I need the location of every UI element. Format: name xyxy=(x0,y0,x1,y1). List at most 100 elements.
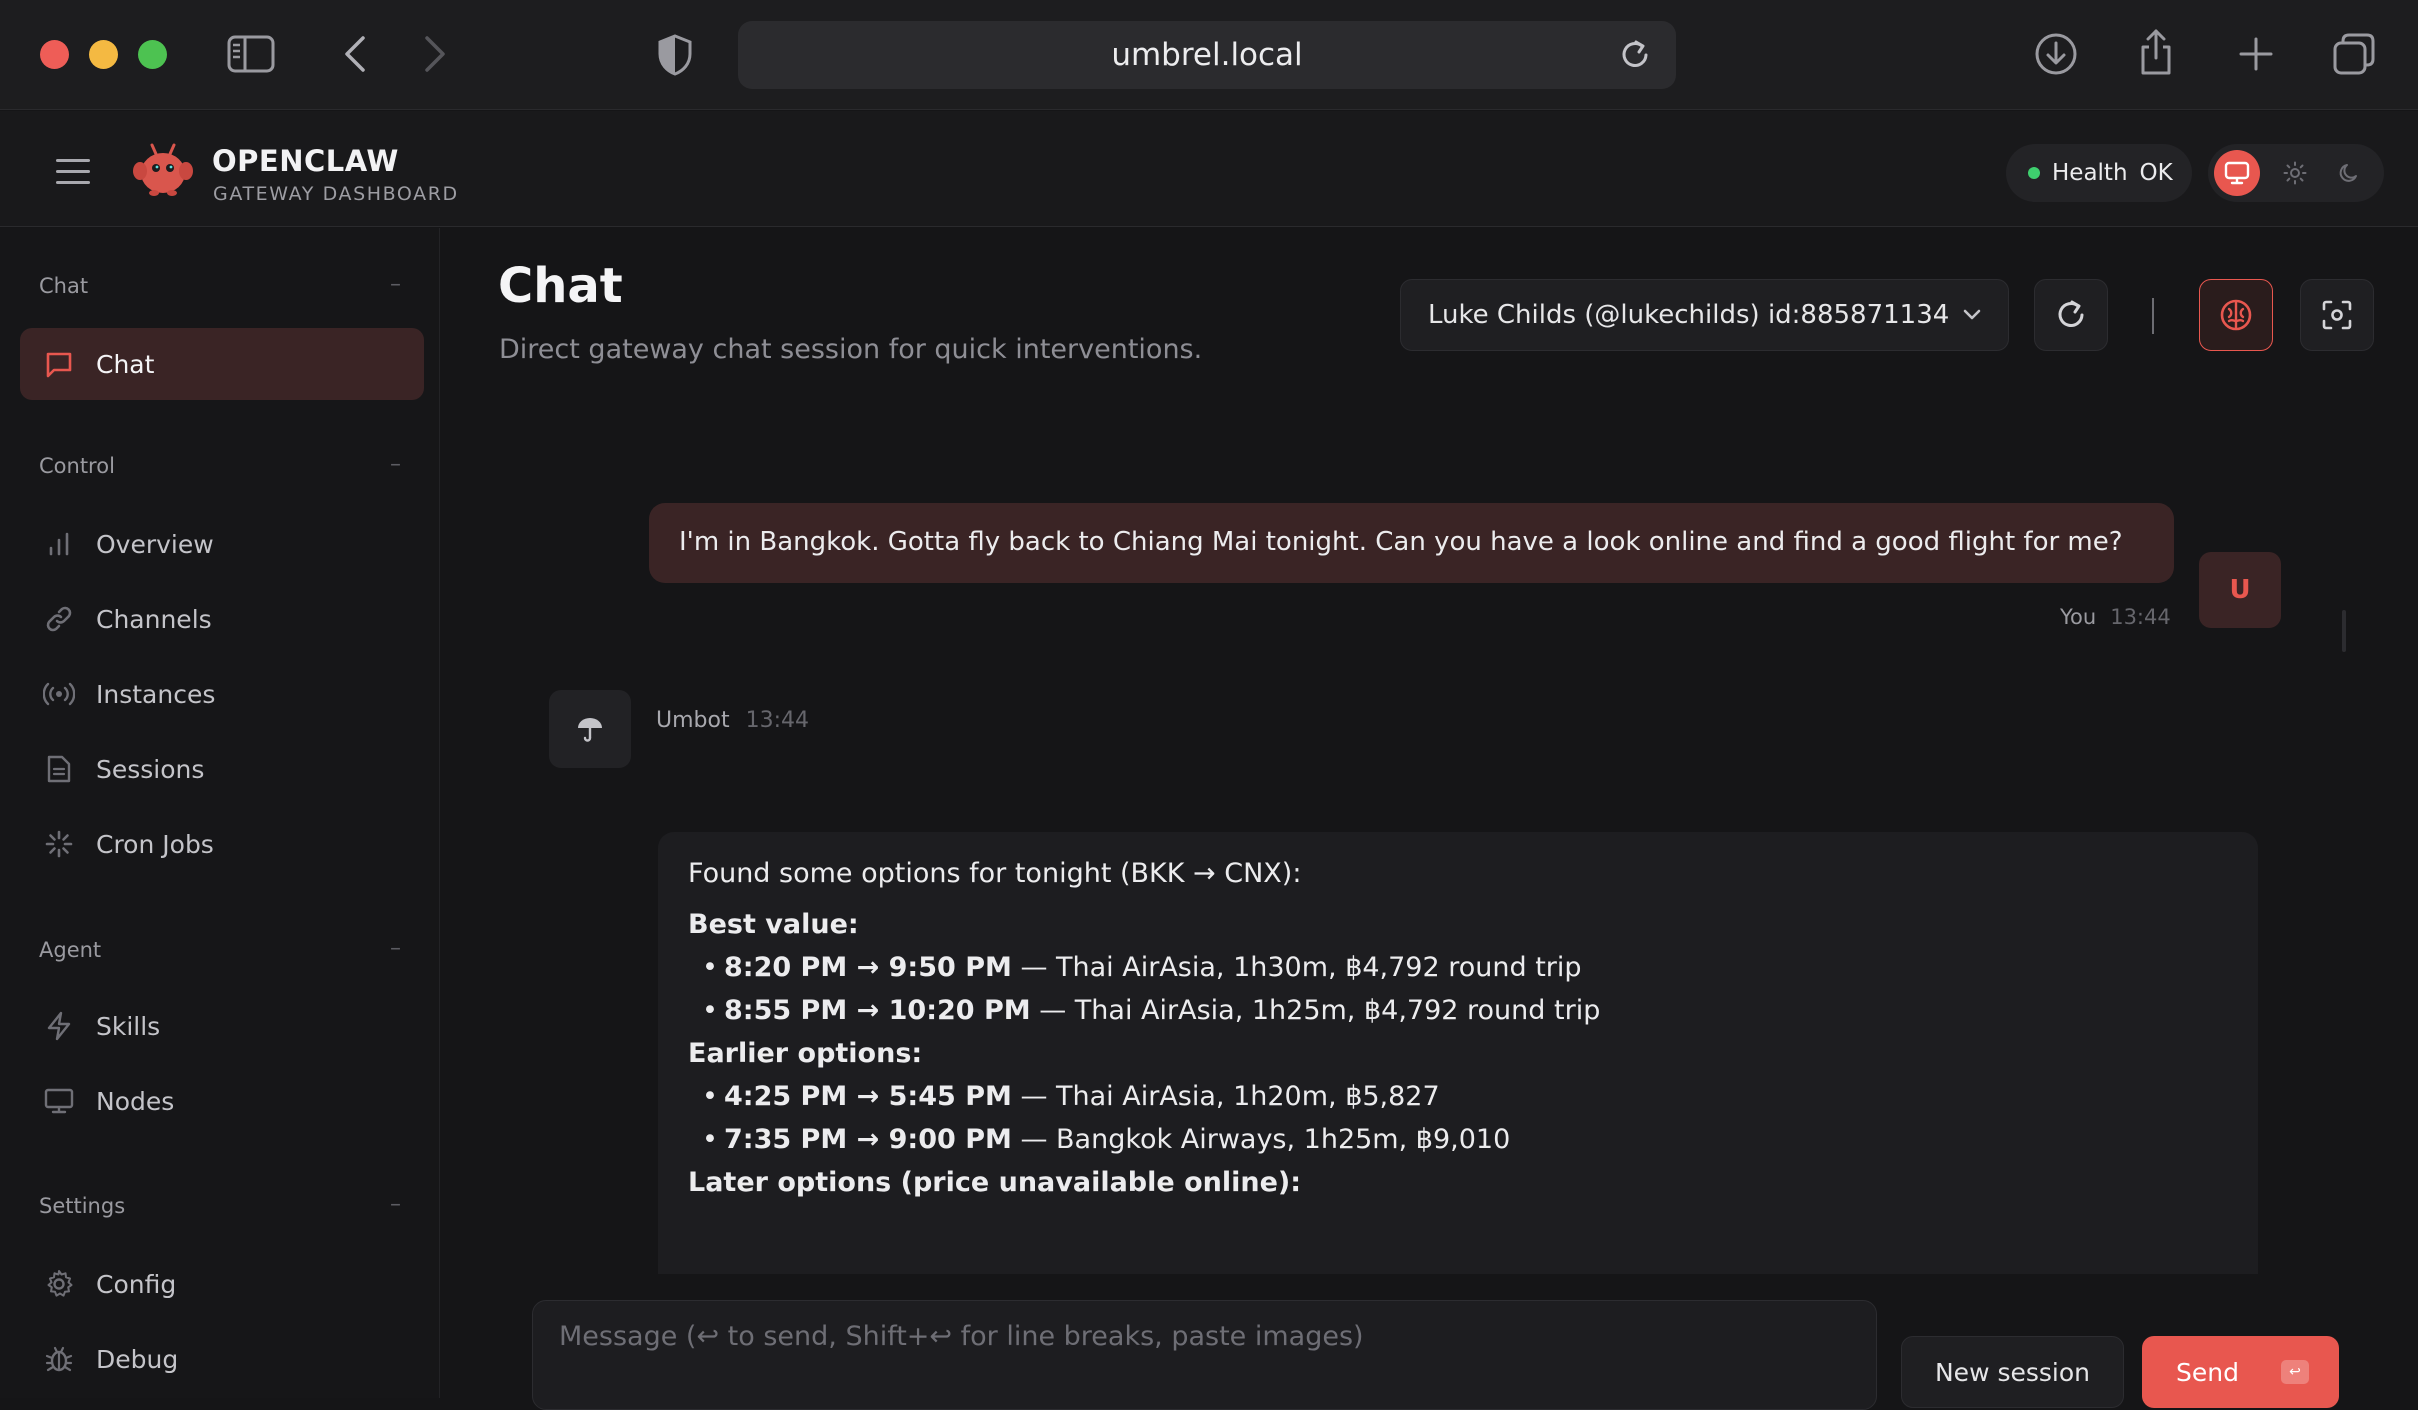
menu-icon[interactable] xyxy=(56,159,90,185)
message-time: 13:44 xyxy=(745,708,809,733)
sidebar-item-label: Nodes xyxy=(96,1086,175,1116)
theme-light-button[interactable] xyxy=(2272,150,2318,196)
gear-icon xyxy=(42,1267,76,1301)
section-collapse-icon[interactable]: – xyxy=(390,936,401,961)
back-icon[interactable] xyxy=(338,34,372,74)
scrollbar-thumb[interactable] xyxy=(2342,610,2346,652)
sidebar-item-label: Skills xyxy=(96,1011,161,1041)
bug-icon xyxy=(42,1342,76,1376)
file-text-icon xyxy=(42,752,76,786)
flight-detail: — Thai AirAsia, 1h30m, ฿4,792 round trip xyxy=(1011,952,1582,983)
flight-option: 7:35 PM → 9:00 PM — Bangkok Airways, 1h2… xyxy=(702,1124,2228,1155)
sidebar-item-overview[interactable]: Overview xyxy=(20,508,424,580)
sidebar-item-label: Sessions xyxy=(96,754,205,784)
theme-system-button[interactable] xyxy=(2214,150,2260,196)
chevron-down-icon xyxy=(1960,302,1984,333)
focus-mode-button[interactable] xyxy=(2300,279,2374,351)
theme-dark-button[interactable] xyxy=(2326,150,2372,196)
flight-time: 7:35 PM → 9:00 PM xyxy=(724,1124,1012,1155)
reload-icon[interactable] xyxy=(1618,38,1652,76)
bot-intro-text: Found some options for tonight (BKK → CN… xyxy=(688,858,1302,889)
address-bar[interactable]: umbrel.local xyxy=(738,21,1676,89)
page-subtitle: Direct gateway chat session for quick in… xyxy=(499,334,1203,365)
message-square-icon xyxy=(42,347,76,381)
sidebar-item-label: Config xyxy=(96,1269,177,1299)
refresh-icon xyxy=(2058,300,2084,327)
focus-icon xyxy=(2322,300,2352,330)
monitor-icon xyxy=(42,1084,76,1118)
health-dot-icon xyxy=(2028,167,2040,179)
bar-chart-icon xyxy=(42,527,76,561)
sidebar-item-skills[interactable]: Skills xyxy=(20,990,424,1062)
send-button[interactable]: Send ↩ xyxy=(2142,1336,2339,1408)
download-icon[interactable] xyxy=(2032,30,2080,78)
section-chat-title: Chat xyxy=(39,274,89,298)
brand-title: OPENCLAW xyxy=(212,144,399,178)
message-time: 13:44 xyxy=(2110,605,2171,629)
section-collapse-icon[interactable]: – xyxy=(390,452,401,477)
openclaw-logo-icon xyxy=(132,141,194,197)
message-sender: You xyxy=(2060,605,2097,629)
window-minimize-button[interactable] xyxy=(89,40,118,69)
forward-icon[interactable] xyxy=(418,34,452,74)
new-session-button[interactable]: New session xyxy=(1901,1336,2124,1408)
message-composer xyxy=(532,1300,1877,1410)
message-input[interactable] xyxy=(559,1321,1850,1352)
window-zoom-button[interactable] xyxy=(138,40,167,69)
section-collapse-icon[interactable]: – xyxy=(390,272,401,297)
section-collapse-icon[interactable]: – xyxy=(390,1192,401,1217)
thinking-toggle-button[interactable] xyxy=(2199,279,2273,351)
session-select[interactable]: Luke Childs (@lukechilds) id:885871134 xyxy=(1400,279,2009,351)
link-icon xyxy=(42,602,76,636)
user-message-meta: You 13:44 xyxy=(2060,605,2171,629)
flight-detail: — Bangkok Airways, 1h25m, ฿9,010 xyxy=(1011,1124,1511,1155)
sun-icon xyxy=(2283,161,2307,185)
toolbar-divider xyxy=(2152,298,2154,334)
flight-option: 4:25 PM → 5:45 PM — Thai AirAsia, 1h20m,… xyxy=(702,1081,2228,1112)
section-control-title: Control xyxy=(39,454,115,478)
user-avatar: U xyxy=(2199,552,2281,628)
theme-switcher xyxy=(2208,144,2384,202)
user-message-bubble: I'm in Bangkok. Gotta fly back to Chiang… xyxy=(649,503,2174,583)
sidebar-item-instances[interactable]: Instances xyxy=(20,658,424,730)
sidebar-item-cron-jobs[interactable]: Cron Jobs xyxy=(20,808,424,880)
brand-subtitle: GATEWAY DASHBOARD xyxy=(213,183,459,205)
sidebar-item-sessions[interactable]: Sessions xyxy=(20,733,424,805)
monitor-icon xyxy=(2224,161,2250,185)
window-close-button[interactable] xyxy=(40,40,69,69)
new-tab-icon[interactable] xyxy=(2234,32,2278,76)
sidebar: Chat – Chat Control – Overview Channels … xyxy=(0,228,440,1398)
session-select-value: Luke Childs (@lukechilds) id:885871134 xyxy=(1428,300,1950,330)
sidebar-item-chat[interactable]: Chat xyxy=(20,328,424,400)
later-options-heading: Later options (price unavailable online)… xyxy=(688,1167,1302,1198)
sidebar-item-label: Overview xyxy=(96,529,214,559)
share-icon[interactable] xyxy=(2134,26,2178,78)
health-value: OK xyxy=(2139,160,2173,186)
privacy-shield-icon[interactable] xyxy=(654,32,696,78)
bot-message-meta: Umbot 13:44 xyxy=(656,708,809,733)
sidebar-item-label: Channels xyxy=(96,604,212,634)
message-sender: Umbot xyxy=(656,708,730,733)
bot-message-bubble: Found some options for tonight (BKK → CN… xyxy=(658,832,2258,1274)
flight-detail: — Thai AirAsia, 1h20m, ฿5,827 xyxy=(1011,1081,1440,1112)
sidebar-item-nodes[interactable]: Nodes xyxy=(20,1065,424,1137)
brain-icon xyxy=(2220,299,2252,331)
sidebar-item-channels[interactable]: Channels xyxy=(20,583,424,655)
moon-icon xyxy=(2339,164,2357,182)
section-settings-title: Settings xyxy=(39,1194,126,1218)
sidebar-item-debug[interactable]: Debug xyxy=(20,1323,424,1395)
tab-overview-icon[interactable] xyxy=(2330,30,2378,78)
flight-time: 8:55 PM → 10:20 PM xyxy=(724,995,1031,1026)
sidebar-item-config[interactable]: Config xyxy=(20,1248,424,1320)
app-header: OPENCLAW GATEWAY DASHBOARD Health OK xyxy=(0,111,2418,227)
send-label: Send xyxy=(2176,1357,2239,1387)
sidebar-item-label: Debug xyxy=(96,1344,179,1374)
refresh-button[interactable] xyxy=(2034,279,2108,351)
flight-time: 4:25 PM → 5:45 PM xyxy=(724,1081,1012,1112)
browser-toolbar: umbrel.local xyxy=(0,0,2418,110)
earlier-options-heading: Earlier options: xyxy=(688,1038,923,1069)
sidebar-item-label: Chat xyxy=(96,349,155,379)
flight-option: 8:20 PM → 9:50 PM — Thai AirAsia, 1h30m,… xyxy=(702,952,2228,983)
sidebar-toggle-icon[interactable] xyxy=(226,32,276,76)
earlier-options-list: 4:25 PM → 5:45 PM — Thai AirAsia, 1h20m,… xyxy=(688,1081,2228,1155)
